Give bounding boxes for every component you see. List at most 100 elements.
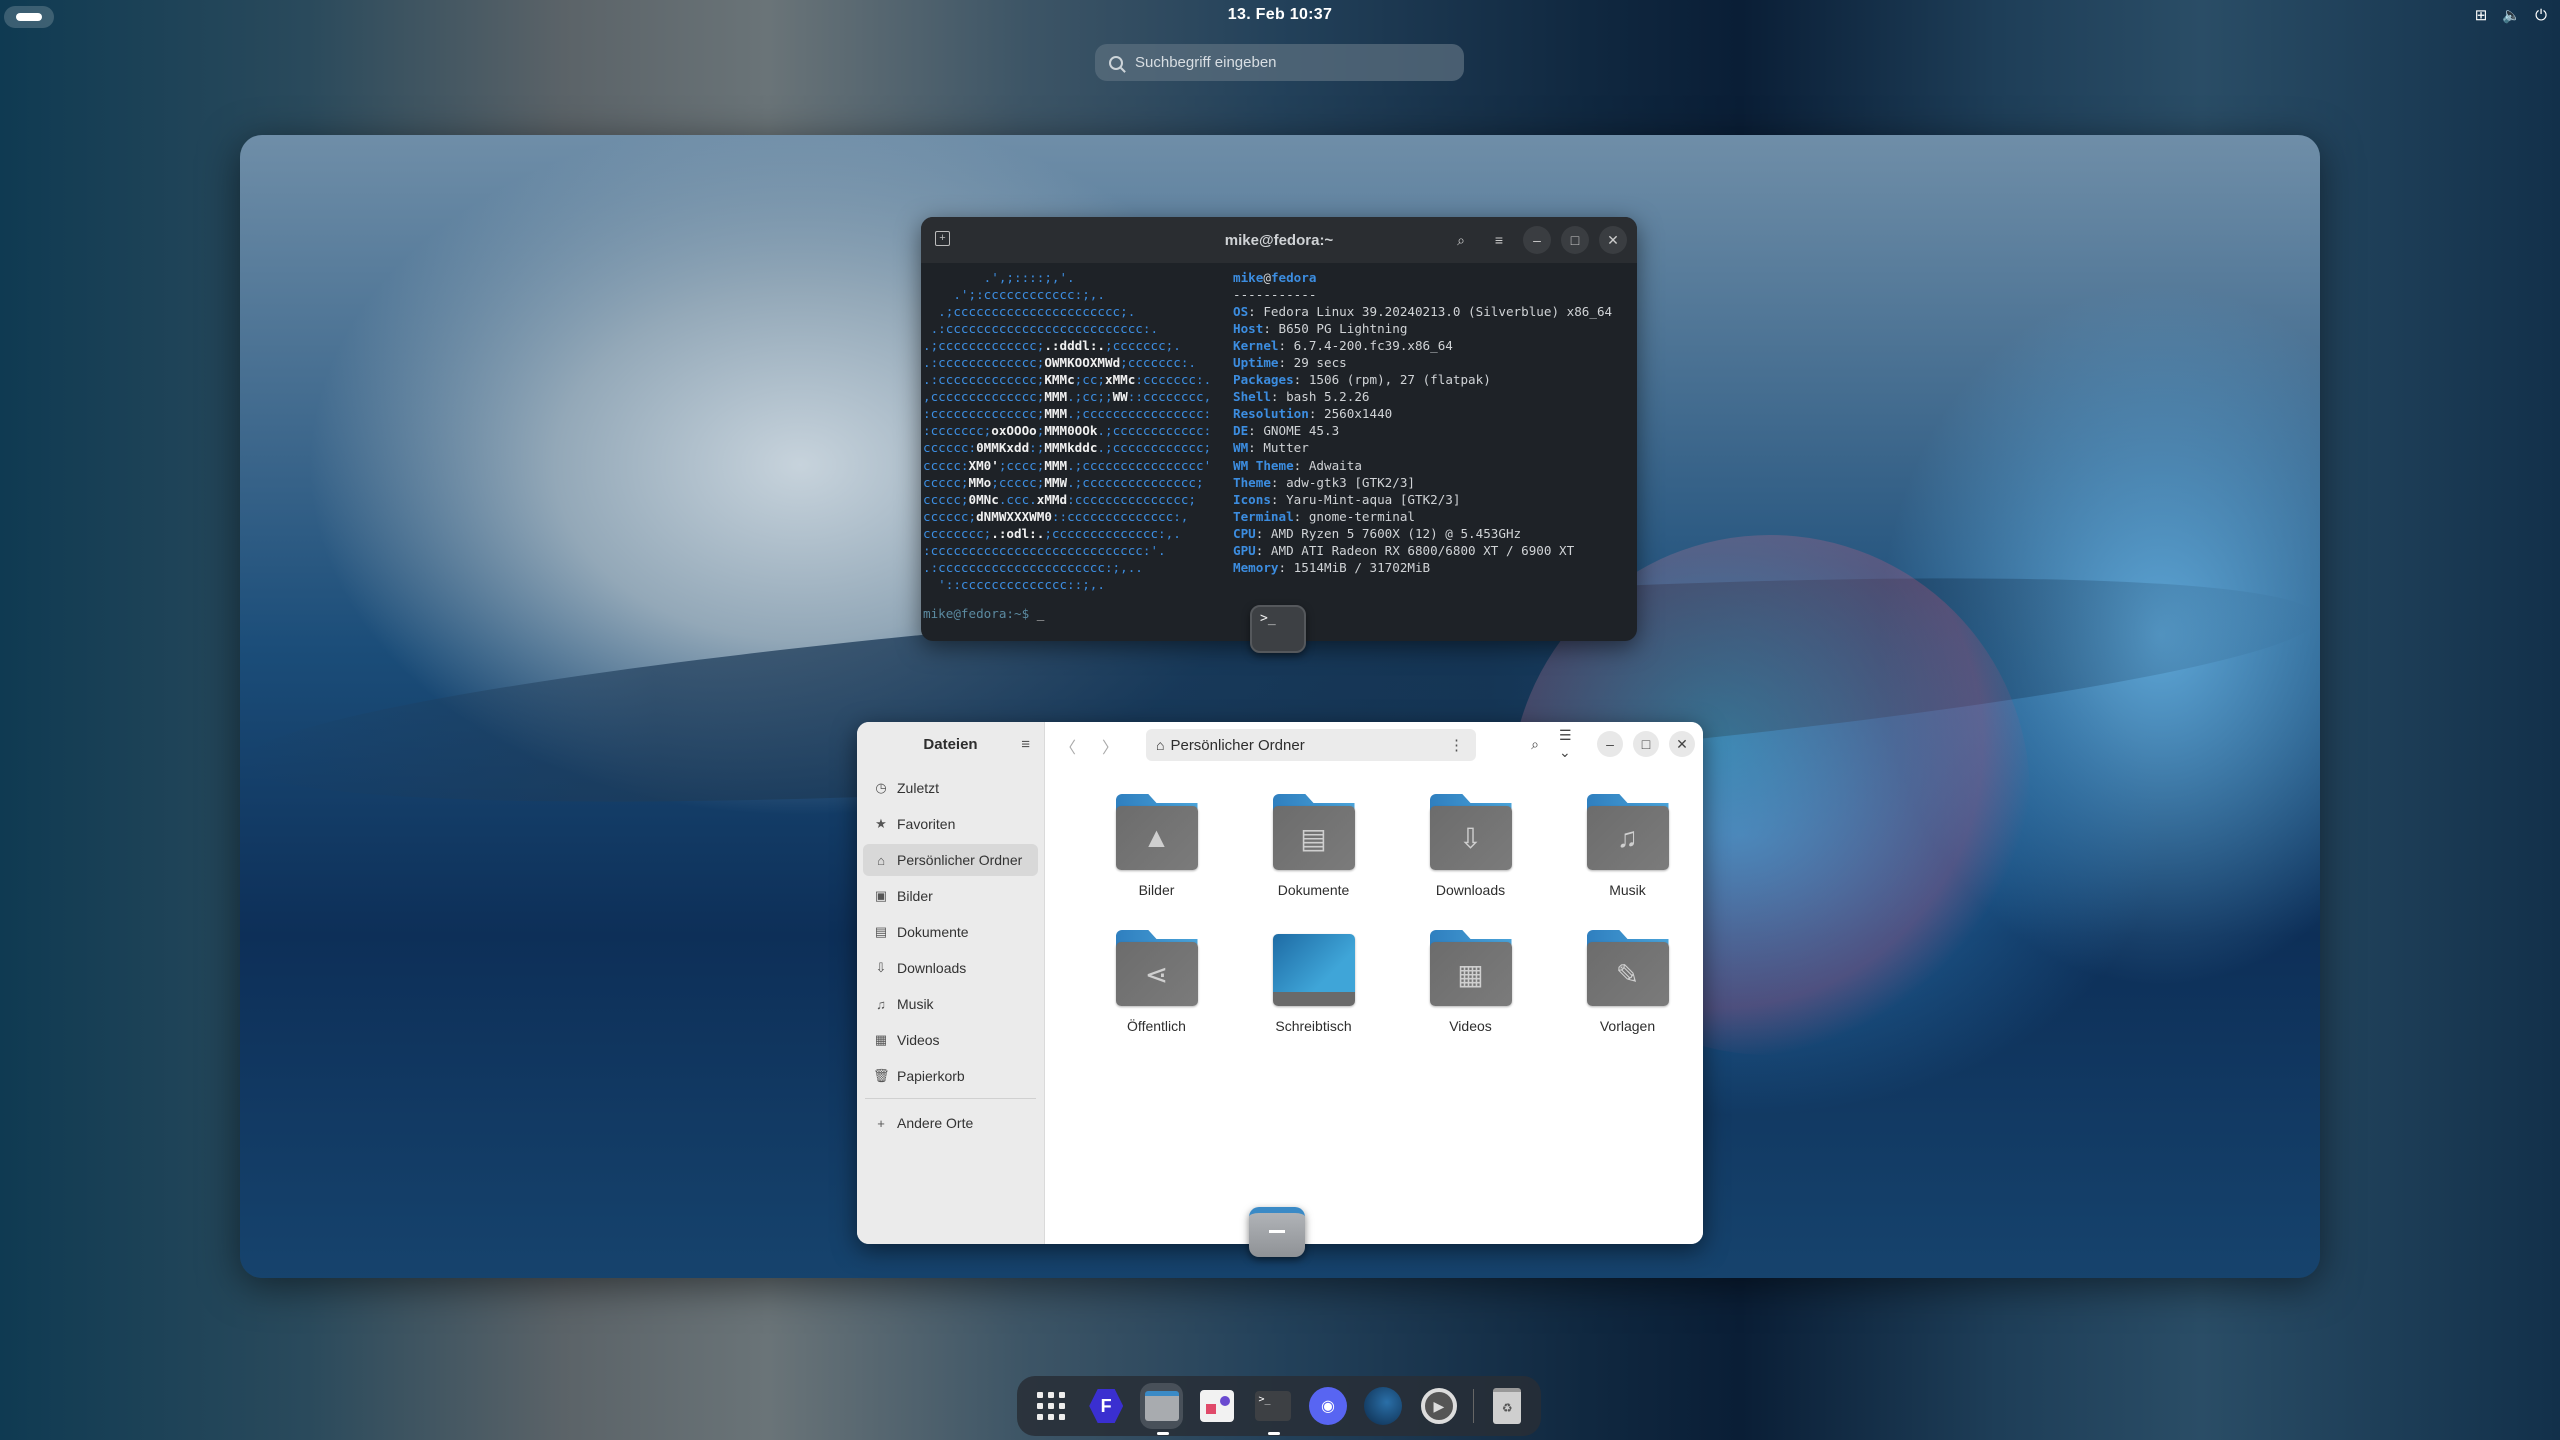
folder-item[interactable]: ⋖ Öffentlich	[1078, 930, 1235, 1034]
power-icon[interactable]: ⏻	[2532, 7, 2550, 24]
logo-line: .:ccccccccccccc;OWMKOOXMWd;ccccccc:.	[923, 355, 1196, 371]
terminal-window[interactable]: + mike@fedora:~ ⌕ ≡ – □ ✕ .',;::::;,'. .…	[921, 217, 1637, 641]
sidebar-item-zuletzt[interactable]: ◷ Zuletzt	[863, 772, 1038, 804]
logo-line: :cccccccccccccccccccccccccccc:'.	[923, 542, 1166, 558]
info-row: Theme: adw-gtk3 [GTK2/3]	[1233, 474, 1415, 490]
info-row: OS: Fedora Linux 39.20240213.0 (Silverbl…	[1233, 304, 1613, 320]
folder-label: Öffentlich	[1127, 1018, 1186, 1034]
folder-grid: ▲ Bilder ▤ Dokumente ⇩ Downloads ♫ Musik ⋖ Öffent…	[1078, 794, 1703, 1034]
files-main: 〈 〉 ⌂ Persönlicher Ordner ⋮ ⌕ ☰ ⌄ – □ ✕ ▲ Bi…	[1046, 722, 1703, 1244]
logo-line: .:cccccccccccccccccccccccccc:.	[923, 321, 1159, 337]
files-app-icon[interactable]	[1139, 1383, 1184, 1435]
sidebar-icon: ⇩	[875, 960, 887, 975]
maximize-button[interactable]: □	[1633, 731, 1659, 757]
info-row: Resolution: 2560x1440	[1233, 406, 1393, 422]
sidebar-icon: ▦	[874, 1032, 888, 1047]
back-button[interactable]: 〈	[1060, 734, 1076, 758]
fedora-media-writer-icon[interactable]: F	[1084, 1383, 1127, 1429]
maximize-button[interactable]: □	[1561, 226, 1589, 254]
sidebar-label: Bilder	[897, 888, 933, 904]
folder-label: Videos	[1449, 1018, 1492, 1034]
folder-item[interactable]: ▲ Bilder	[1078, 794, 1235, 898]
sidebar-item-downloads[interactable]: ⇩ Downloads	[863, 952, 1038, 984]
home-icon: ⌂	[1156, 737, 1165, 753]
steam-icon[interactable]	[1362, 1383, 1405, 1429]
sidebar-item-other-places[interactable]: + Andere Orte	[863, 1107, 1038, 1139]
close-button[interactable]: ✕	[1599, 226, 1627, 254]
system-tray[interactable]: ⊞ 🔈 ⏻	[2472, 6, 2550, 25]
volume-icon[interactable]: 🔈	[2502, 6, 2521, 24]
clock[interactable]: 13. Feb 10:37	[0, 6, 2560, 24]
app-title: Dateien	[923, 735, 978, 753]
fedora-ascii-logo: .',;::::;,'. .';:cccccccccccc:;,. .;cccc…	[923, 269, 1233, 593]
sidebar-item-bilder[interactable]: ▣ Bilder	[863, 880, 1038, 912]
logo-line: cccccc:0MMKxdd:;MMMkddc.;cccccccccccc;	[923, 440, 1212, 456]
sidebar-item-pers-nlicher-ordner[interactable]: ⌂ Persönlicher Ordner	[863, 844, 1038, 876]
terminal-header: + mike@fedora:~ ⌕ ≡ – □ ✕	[921, 217, 1637, 263]
logo-line: .;ccccccccccccc;.:dddl:.;ccccccc;.	[923, 338, 1181, 354]
folder-icon: ⇩	[1429, 794, 1512, 870]
trash-icon[interactable]: ♻	[1486, 1383, 1529, 1429]
plus-icon: +	[877, 1115, 885, 1131]
info-row: WM: Mutter	[1233, 440, 1309, 456]
sidebar-item-dokumente[interactable]: ▤ Dokumente	[863, 916, 1038, 948]
sidebar-item-papierkorb[interactable]: 🗑 Papierkorb	[863, 1060, 1038, 1092]
folder-item[interactable]: ✎ Vorlagen	[1549, 930, 1703, 1034]
info-row: GPU: AMD ATI Radeon RX 6800/6800 XT / 69…	[1233, 542, 1575, 558]
path-menu-icon[interactable]: ⋮	[1449, 736, 1464, 754]
cursor: _	[1036, 606, 1045, 621]
settings-icon[interactable]: ▶	[1417, 1383, 1460, 1429]
sidebar-label: Papierkorb	[897, 1068, 965, 1084]
folder-item[interactable]: ▦ Videos	[1392, 930, 1549, 1034]
files-sidebar: Dateien ≡ ◷ Zuletzt ★ Favoriten ⌂ Persönlicher…	[857, 722, 1045, 1244]
folder-icon: ▲	[1115, 794, 1198, 870]
header-bar: 〈 〉 ⌂ Persönlicher Ordner ⋮ ⌕ ☰ ⌄ – □ ✕	[1046, 722, 1703, 766]
forward-button[interactable]: 〉	[1102, 734, 1118, 758]
top-bar: 13. Feb 10:37 ⊞ 🔈 ⏻	[0, 0, 2560, 32]
sidebar-label: Persönlicher Ordner	[897, 852, 1023, 868]
sidebar-icon: ⌂	[877, 852, 885, 868]
sidebar-item-videos[interactable]: ▦ Videos	[863, 1024, 1038, 1056]
path-bar[interactable]: ⌂ Persönlicher Ordner ⋮	[1146, 729, 1476, 761]
info-row: Host: B650 PG Lightning	[1233, 321, 1408, 337]
hamburger-menu-icon[interactable]: ≡	[1021, 736, 1030, 753]
folder-label: Bilder	[1138, 882, 1175, 898]
terminal-app-icon[interactable]: >_	[1251, 1383, 1294, 1435]
sidebar-label: Dokumente	[897, 924, 969, 940]
shell-prompt[interactable]: mike@fedora:~$ _	[923, 606, 1044, 621]
show-apps-button[interactable]	[1029, 1383, 1072, 1429]
info-row: Uptime: 29 secs	[1233, 355, 1347, 371]
sidebar-item-favoriten[interactable]: ★ Favoriten	[863, 808, 1038, 840]
menu-icon[interactable]: ≡	[1485, 226, 1513, 254]
sidebar-item-musik[interactable]: ♫ Musik	[863, 988, 1038, 1020]
files-window[interactable]: Dateien ≡ ◷ Zuletzt ★ Favoriten ⌂ Persönlicher…	[857, 722, 1703, 1244]
info-row: Memory: 1514MiB / 31702MiB	[1233, 559, 1431, 575]
folder-label: Vorlagen	[1599, 1018, 1656, 1034]
folder-item[interactable]: Schreibtisch	[1235, 930, 1392, 1034]
view-list-icon[interactable]: ☰ ⌄	[1559, 727, 1587, 760]
software-icon[interactable]	[1195, 1383, 1238, 1429]
info-row: WM Theme: Adwaita	[1233, 457, 1362, 473]
search-icon[interactable]: ⌕	[1447, 226, 1475, 254]
sidebar-label: Andere Orte	[897, 1115, 974, 1131]
logo-line: :cccccccccccccc;MMM.;cccccccccccccccc:	[923, 406, 1212, 422]
folder-label: Musik	[1609, 882, 1646, 898]
logo-line: .',;::::;,'.	[923, 270, 1075, 285]
logo-line: .:cccccccccccccccccccccc:;,..	[923, 559, 1143, 575]
terminal-window-icon: >_	[1250, 605, 1306, 653]
network-icon[interactable]: ⊞	[2472, 6, 2490, 24]
search-icon[interactable]: ⌕	[1521, 730, 1549, 758]
minimize-button[interactable]: –	[1597, 731, 1623, 757]
discord-icon[interactable]: ◉	[1306, 1383, 1349, 1429]
folder-item[interactable]: ▤ Dokumente	[1235, 794, 1392, 898]
minimize-button[interactable]: –	[1523, 226, 1551, 254]
folder-icon: ✎	[1586, 930, 1669, 1006]
folder-item[interactable]: ♫ Musik	[1549, 794, 1703, 898]
search-input[interactable]: Suchbegriff eingeben	[1095, 44, 1464, 81]
folder-item[interactable]: ⇩ Downloads	[1392, 794, 1549, 898]
info-row: Shell: bash 5.2.26	[1233, 389, 1370, 405]
info-row: Packages: 1506 (rpm), 27 (flatpak)	[1233, 372, 1491, 388]
folder-icon: ▤	[1272, 794, 1355, 870]
close-button[interactable]: ✕	[1669, 731, 1695, 757]
info-row: Kernel: 6.7.4-200.fc39.x86_64	[1233, 338, 1453, 354]
